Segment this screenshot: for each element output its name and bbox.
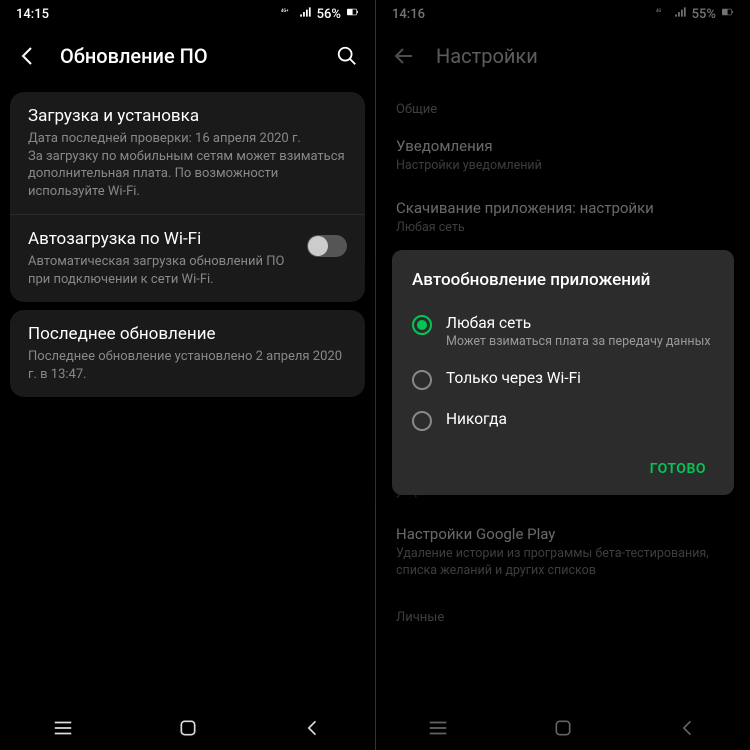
item-primary: Последнее обновление [28, 324, 347, 344]
content: Загрузка и установка Дата последней пров… [0, 84, 375, 706]
network-icon: 4G+ [281, 5, 295, 23]
battery-text: 56% [317, 7, 341, 22]
dialog-title: Автообновление приложений [412, 270, 714, 290]
phone-left: 14:15 4G+ 56% Обновление ПО Загрузка и у… [0, 0, 375, 750]
item-secondary: Автоматическая загрузка обновлений ПО пр… [28, 253, 295, 288]
phone-right: 14:16 4G 55% Настройки Общие Уведомления… [375, 0, 750, 750]
status-indicators: 4G+ 56% [281, 5, 359, 23]
signal-icon [299, 5, 313, 23]
item-secondary: Последнее обновление установлено 2 апрел… [28, 348, 347, 383]
nav-recents[interactable] [33, 714, 93, 742]
nav-back[interactable] [283, 714, 343, 742]
dialog-done-button[interactable]: ГОТОВО [642, 451, 714, 487]
toggle-auto-download[interactable] [307, 235, 347, 257]
dialog-option-any-network[interactable]: Любая сеть Может взиматься плата за пере… [412, 304, 714, 359]
item-primary: Загрузка и установка [28, 106, 347, 126]
appbar: Обновление ПО [0, 28, 375, 84]
page-title: Обновление ПО [60, 44, 315, 68]
statusbar: 14:15 4G+ 56% [0, 0, 375, 28]
option-label: Никогда [446, 410, 714, 428]
status-time: 14:15 [16, 7, 49, 22]
item-secondary: Дата последней проверки: 16 апреля 2020 … [28, 130, 347, 200]
option-label: Только через Wi-Fi [446, 369, 714, 387]
radio-icon [412, 370, 432, 390]
radio-icon [412, 315, 432, 335]
nav-home[interactable] [158, 714, 218, 742]
battery-icon [345, 5, 359, 23]
navbar [0, 706, 375, 750]
dialog-option-wifi-only[interactable]: Только через Wi-Fi [412, 359, 714, 400]
settings-card-1: Загрузка и установка Дата последней пров… [10, 92, 365, 302]
option-label: Любая сеть [446, 314, 714, 332]
item-last-update[interactable]: Последнее обновление Последнее обновлени… [10, 310, 365, 397]
back-button[interactable] [8, 36, 48, 76]
dialog-option-never[interactable]: Никогда [412, 400, 714, 441]
item-download-install[interactable]: Загрузка и установка Дата последней пров… [10, 92, 365, 214]
radio-icon [412, 411, 432, 431]
search-button[interactable] [327, 36, 367, 76]
dialog-actions: ГОТОВО [412, 451, 714, 487]
item-auto-download-wifi[interactable]: Автозагрузка по Wi-Fi Автоматическая заг… [10, 214, 365, 302]
settings-card-2: Последнее обновление Последнее обновлени… [10, 310, 365, 397]
item-primary: Автозагрузка по Wi-Fi [28, 229, 295, 249]
svg-text:4G+: 4G+ [281, 8, 289, 13]
option-desc: Может взиматься плата за передачу данных [446, 334, 714, 349]
dialog-auto-update: Автообновление приложений Любая сеть Мож… [392, 250, 734, 495]
